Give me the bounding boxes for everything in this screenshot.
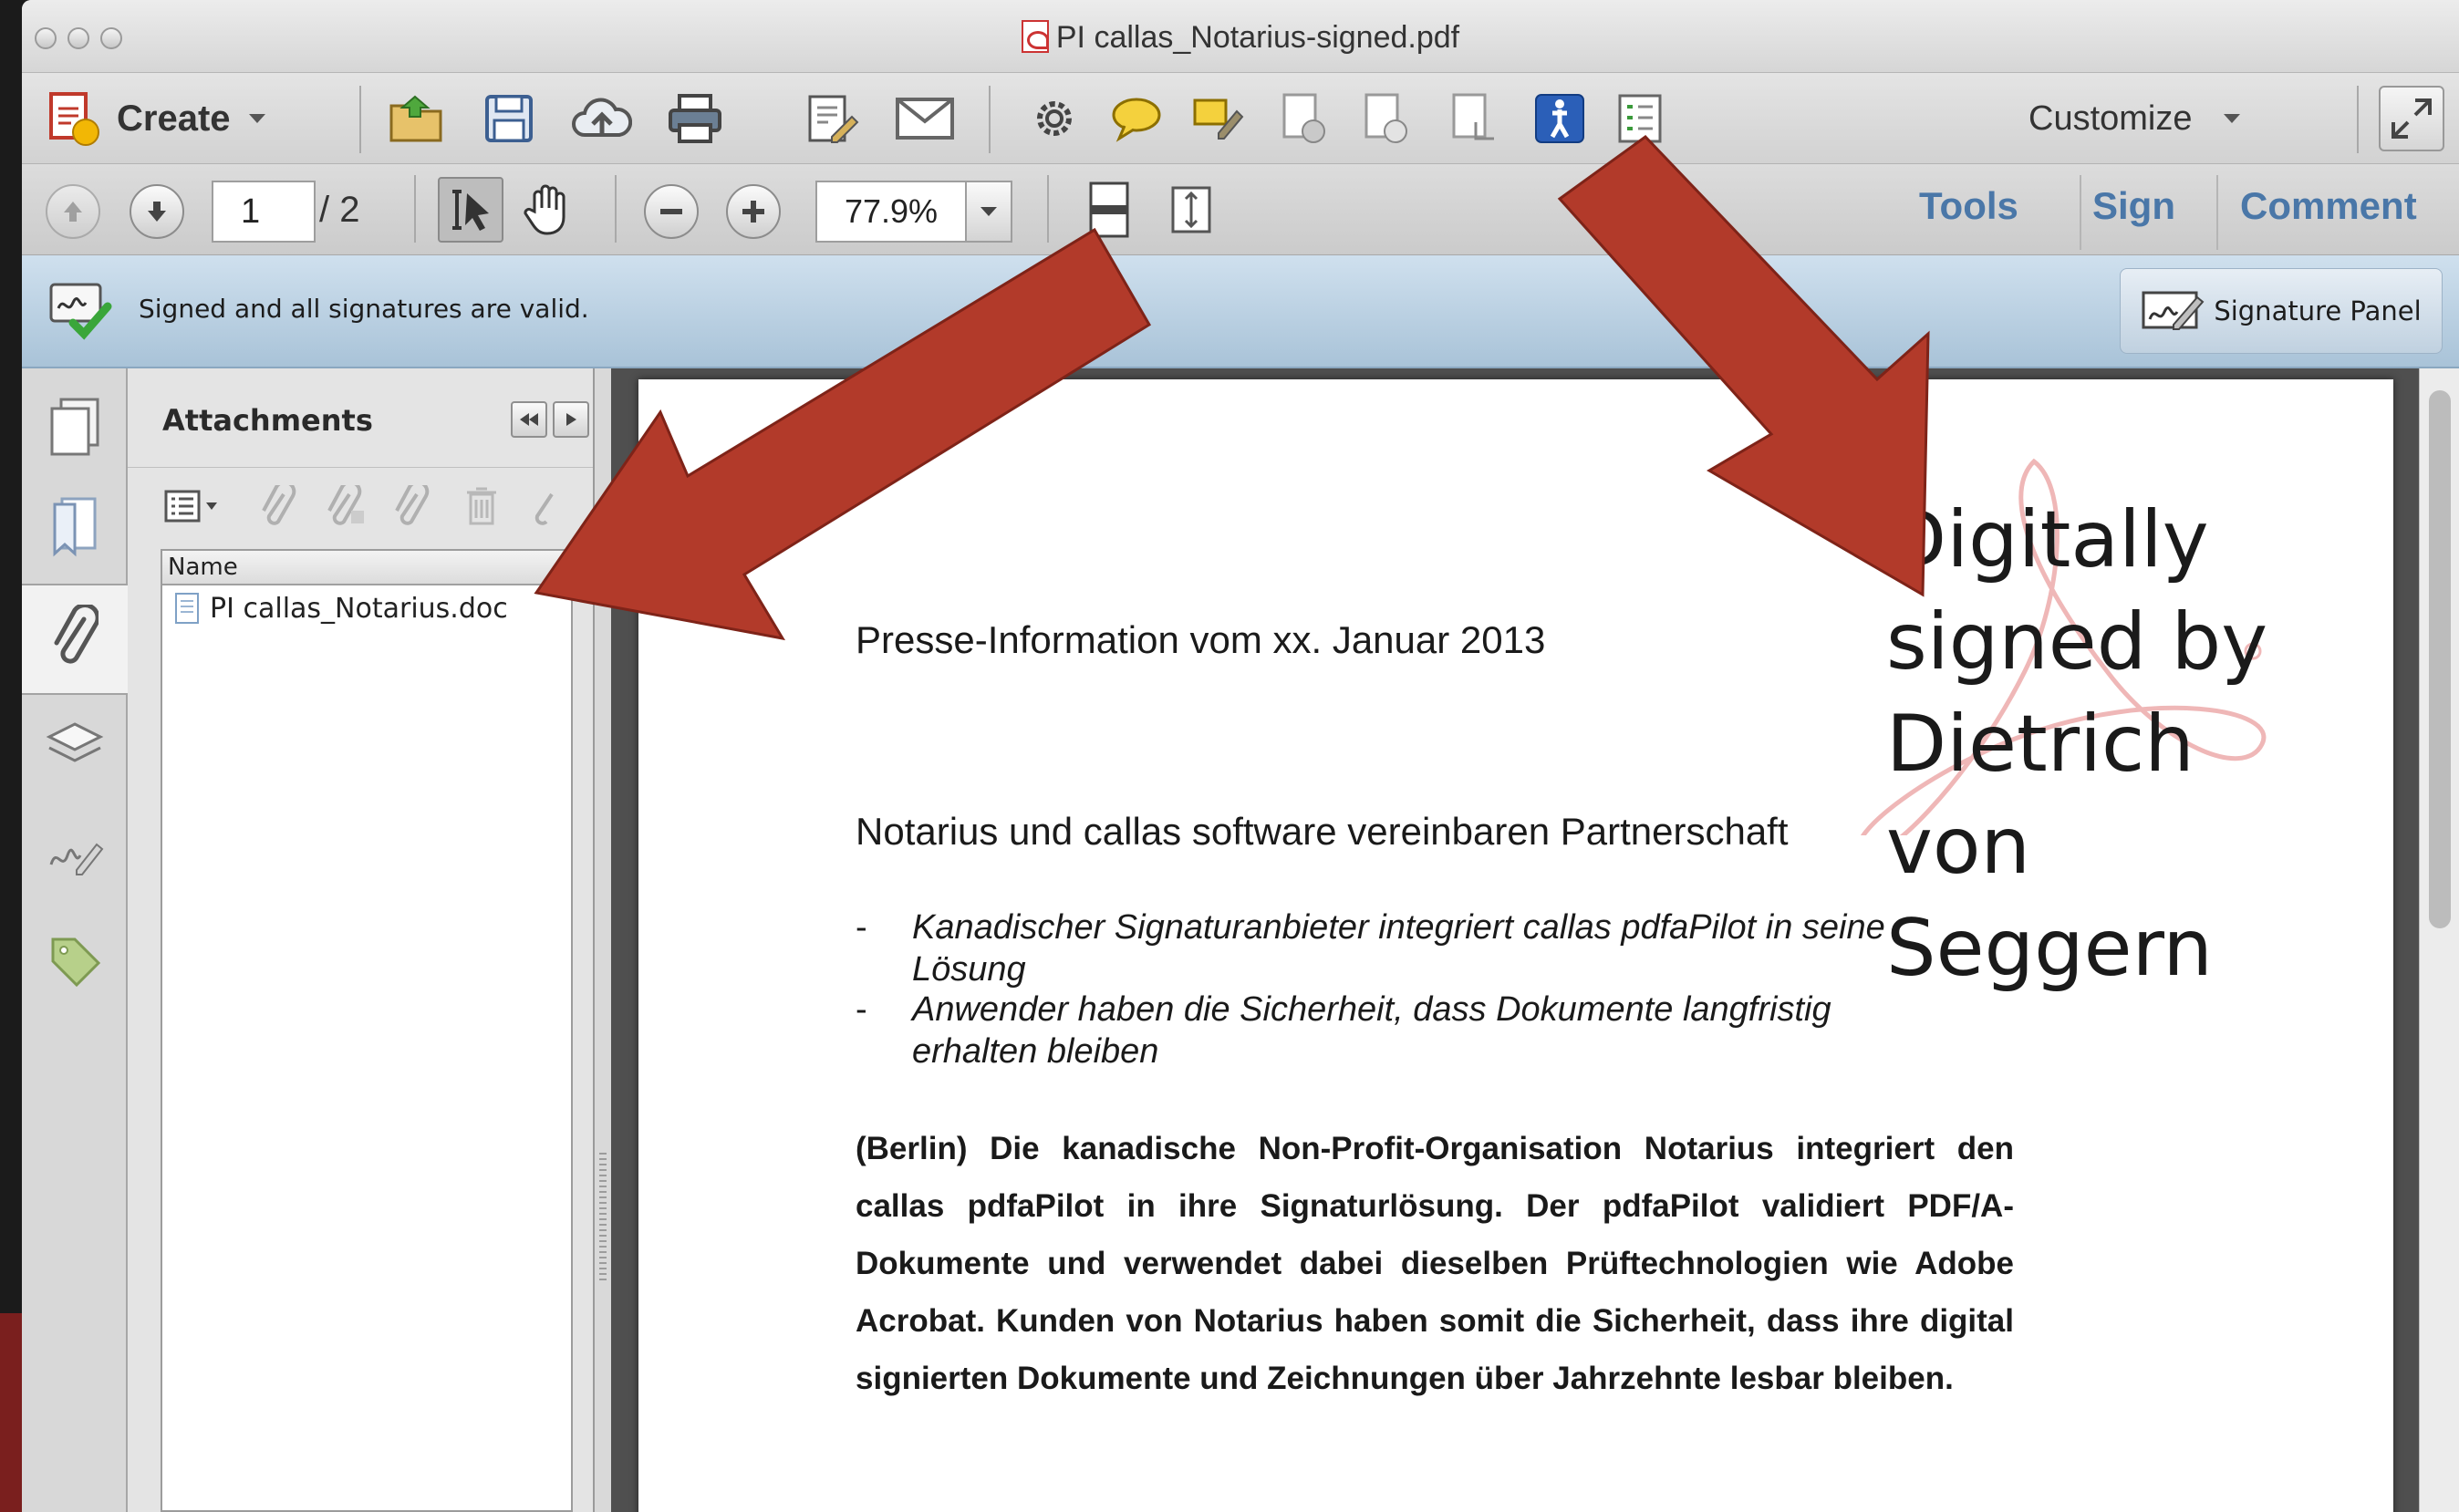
- arrow-to-signature-icon: [1557, 135, 1930, 597]
- annotation-arrows: [534, 135, 1930, 641]
- arrow-to-attachment-icon: [534, 227, 1152, 641]
- backdrop-accent: [0, 1313, 24, 1512]
- acrobat-window: PI callas_Notarius-signed.pdf Create Cus…: [22, 0, 2459, 1512]
